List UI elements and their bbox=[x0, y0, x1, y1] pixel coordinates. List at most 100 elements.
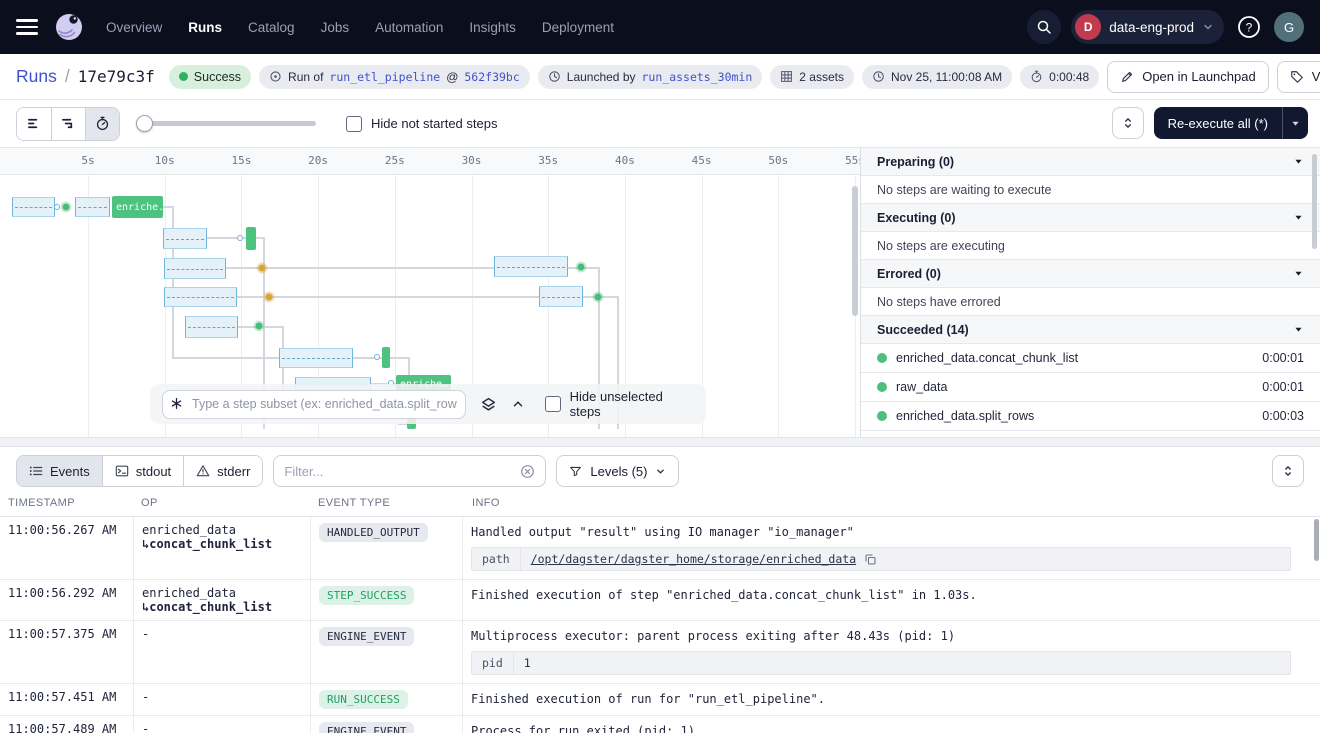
op-name: - bbox=[133, 684, 310, 715]
user-avatar[interactable]: G bbox=[1274, 12, 1304, 42]
run-icon bbox=[269, 70, 282, 83]
nav-item-insights[interactable]: Insights bbox=[469, 20, 516, 35]
dagster-logo[interactable] bbox=[52, 10, 86, 44]
event-timestamp[interactable]: 11:00:56.292 AM bbox=[0, 580, 133, 620]
layout-mode-group bbox=[16, 107, 120, 141]
run-id: 17e79c3f bbox=[78, 67, 155, 86]
reexecute-all-button[interactable]: Re-execute all (*) bbox=[1154, 107, 1308, 139]
nav-item-overview[interactable]: Overview bbox=[106, 20, 162, 35]
succeeded-step-row[interactable]: enriched_data.process_chunk [1]0:00:04 bbox=[861, 431, 1320, 437]
timed-layout-button[interactable] bbox=[85, 108, 119, 140]
tab-stderr[interactable]: stderr bbox=[183, 456, 262, 486]
succeeded-step-row[interactable]: raw_data0:00:01 bbox=[861, 373, 1320, 402]
tag-link[interactable]: run_etl_pipeline bbox=[329, 70, 440, 84]
tag-text: Launched by bbox=[567, 70, 636, 84]
connector-line bbox=[226, 267, 494, 269]
step-subset-input[interactable] bbox=[162, 390, 466, 419]
layers-icon[interactable] bbox=[480, 396, 497, 413]
levels-dropdown[interactable]: Levels (5) bbox=[556, 455, 679, 487]
run-tags: Run of run_etl_pipeline @ 562f39bc Launch… bbox=[259, 65, 1099, 89]
tab-stdout[interactable]: stdout bbox=[102, 456, 183, 486]
axis-tick-label: 20s bbox=[303, 154, 333, 167]
open-in-launchpad-button[interactable]: Open in Launchpad bbox=[1107, 61, 1268, 93]
flat-layout-button[interactable] bbox=[17, 108, 51, 140]
success-dot-icon bbox=[179, 72, 188, 81]
zoom-slider[interactable] bbox=[138, 121, 316, 126]
workspace-switcher[interactable]: D data-eng-prod bbox=[1071, 10, 1224, 44]
gantt-waiting-box bbox=[185, 316, 238, 338]
menu-icon[interactable] bbox=[16, 19, 38, 35]
checkbox-icon bbox=[545, 396, 561, 412]
op-selector-icon bbox=[170, 397, 183, 410]
gantt-toolbar-right: Re-execute all (*) bbox=[1112, 107, 1308, 139]
event-row: 11:00:57.451 AM-RUN_SUCCESSFinished exec… bbox=[0, 684, 1320, 716]
clear-filter-icon[interactable] bbox=[520, 464, 535, 479]
step-name: raw_data bbox=[896, 380, 947, 394]
meta-path-link[interactable]: /opt/dagster/dagster_home/storage/enrich… bbox=[531, 552, 856, 566]
tag-link[interactable]: run_assets_30min bbox=[642, 70, 753, 84]
col-info: INFO bbox=[462, 497, 1320, 509]
search-button[interactable] bbox=[1027, 10, 1061, 44]
gantt-waiting-box bbox=[279, 348, 353, 368]
hide-unselected-checkbox[interactable]: Hide unselected steps bbox=[545, 389, 694, 419]
succeeded-step-row[interactable]: enriched_data.concat_chunk_list0:00:01 bbox=[861, 344, 1320, 373]
axis-tick-label: 5s bbox=[73, 154, 103, 167]
hide-unselected-label: Hide unselected steps bbox=[570, 389, 694, 419]
reexecute-dropdown[interactable] bbox=[1282, 107, 1308, 139]
gantt-step-bar[interactable] bbox=[246, 227, 256, 250]
gantt-marker-dot bbox=[374, 354, 380, 360]
gantt-step-bar[interactable]: enriche. bbox=[112, 196, 163, 218]
nav-item-catalog[interactable]: Catalog bbox=[248, 20, 295, 35]
run-tag[interactable]: Nov 25, 11:00:08 AM bbox=[862, 65, 1012, 89]
gantt-marker-dot bbox=[237, 235, 243, 241]
panel-section-header[interactable]: Succeeded (14) bbox=[861, 316, 1320, 344]
tag-text: Nov 25, 11:00:08 AM bbox=[891, 70, 1002, 84]
nav-item-jobs[interactable]: Jobs bbox=[321, 20, 350, 35]
waterfall-layout-button[interactable] bbox=[51, 108, 85, 140]
help-button[interactable]: ? bbox=[1234, 12, 1264, 42]
event-timestamp[interactable]: 11:00:57.375 AM bbox=[0, 621, 133, 683]
zoom-slider-knob[interactable] bbox=[136, 115, 153, 132]
hide-not-started-checkbox[interactable]: Hide not started steps bbox=[346, 116, 497, 132]
panel-section-header[interactable]: Errored (0) bbox=[861, 260, 1320, 288]
event-type-badge: RUN_SUCCESS bbox=[319, 690, 408, 709]
nav-item-runs[interactable]: Runs bbox=[188, 20, 222, 35]
axis-tick-label: 10s bbox=[150, 154, 180, 167]
gantt-chart: enriche.enriche… 5s10s15s20s25s30s35s40s… bbox=[0, 148, 860, 437]
nav-item-deployment[interactable]: Deployment bbox=[542, 20, 614, 35]
event-metadata: pid1 bbox=[471, 651, 1291, 675]
panel-section-header[interactable]: Preparing (0) bbox=[861, 148, 1320, 176]
hide-not-started-label: Hide not started steps bbox=[371, 116, 497, 131]
succeeded-step-row[interactable]: enriched_data.split_rows0:00:03 bbox=[861, 402, 1320, 431]
breadcrumb: Runs / 17e79c3f bbox=[16, 66, 155, 87]
checkbox-icon bbox=[346, 116, 362, 132]
run-tag[interactable]: 0:00:48 bbox=[1020, 65, 1099, 89]
nav-item-automation[interactable]: Automation bbox=[375, 20, 443, 35]
copy-icon[interactable] bbox=[864, 553, 877, 566]
run-tag[interactable]: Launched by run_assets_30min bbox=[538, 65, 763, 89]
gantt-scrollbar[interactable] bbox=[852, 186, 858, 316]
tag-link[interactable]: 562f39bc bbox=[464, 70, 519, 84]
breadcrumb-runs-link[interactable]: Runs bbox=[16, 66, 57, 87]
chevron-down-icon bbox=[1293, 324, 1304, 335]
chevron-up-icon[interactable] bbox=[511, 397, 525, 411]
status-label: Success bbox=[194, 70, 241, 84]
run-tag[interactable]: Run of run_etl_pipeline @ 562f39bc bbox=[259, 65, 530, 89]
gantt-step-bar[interactable] bbox=[382, 347, 390, 368]
event-row: 11:00:57.375 AM-ENGINE_EVENTMultiprocess… bbox=[0, 621, 1320, 684]
event-timestamp[interactable]: 11:00:56.267 AM bbox=[0, 517, 133, 579]
panel-scrollbar[interactable] bbox=[1312, 154, 1317, 249]
event-timestamp[interactable]: 11:00:57.451 AM bbox=[0, 684, 133, 715]
panel-section-header[interactable]: Executing (0) bbox=[861, 204, 1320, 232]
event-log-scrollbar[interactable] bbox=[1314, 519, 1319, 561]
run-tag[interactable]: 2 assets bbox=[770, 65, 854, 89]
connector-line bbox=[390, 357, 408, 359]
log-filter-input[interactable] bbox=[284, 464, 512, 479]
expand-collapse-button[interactable] bbox=[1112, 107, 1144, 139]
event-timestamp[interactable]: 11:00:57.489 AM bbox=[0, 716, 133, 733]
event-table-header: TIMESTAMP OP EVENT TYPE INFO bbox=[0, 490, 1320, 517]
view-tags-config-button[interactable]: View tags and config bbox=[1277, 61, 1320, 93]
log-expand-button[interactable] bbox=[1272, 455, 1304, 487]
event-type-badge: HANDLED_OUTPUT bbox=[319, 523, 428, 542]
tab-events[interactable]: Events bbox=[17, 456, 102, 486]
